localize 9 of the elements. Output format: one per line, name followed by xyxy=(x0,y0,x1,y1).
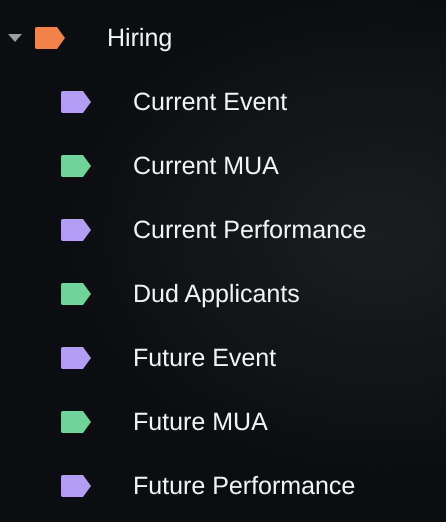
label-name[interactable]: Dud Applicants xyxy=(133,280,300,308)
label-name[interactable]: Hiring xyxy=(107,24,172,52)
label-name[interactable]: Future Event xyxy=(133,344,276,372)
label-name[interactable]: Future Performance xyxy=(133,472,356,500)
label-name[interactable]: Future MUA xyxy=(133,408,268,436)
label-name[interactable]: Current Event xyxy=(133,88,288,116)
label-name[interactable]: Current Performance xyxy=(133,216,366,244)
caret-icon[interactable] xyxy=(8,34,22,42)
label-name[interactable]: Current MUA xyxy=(133,152,279,180)
